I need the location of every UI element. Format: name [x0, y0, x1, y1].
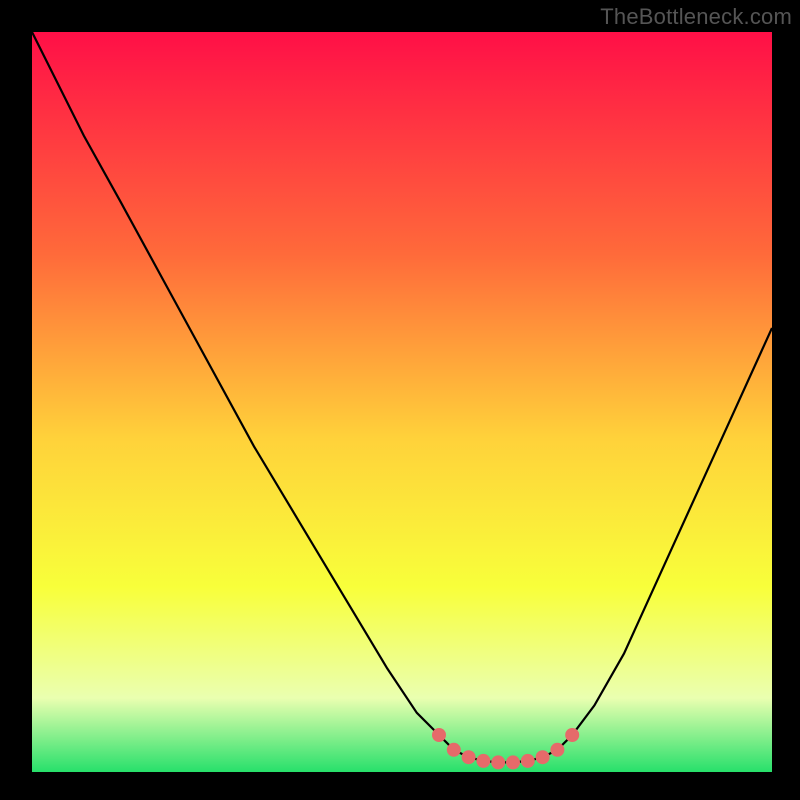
highlight-dot — [491, 755, 505, 769]
highlight-dot — [506, 755, 520, 769]
highlight-dot — [521, 754, 535, 768]
chart-container — [32, 32, 772, 772]
highlight-dot — [550, 743, 564, 757]
highlight-dot — [565, 728, 579, 742]
highlight-dot — [462, 750, 476, 764]
highlight-dot — [447, 743, 461, 757]
bottleneck-chart — [32, 32, 772, 772]
gradient-background — [32, 32, 772, 772]
highlight-dot — [476, 754, 490, 768]
highlight-dot — [536, 750, 550, 764]
highlight-dot — [432, 728, 446, 742]
watermark-text: TheBottleneck.com — [600, 4, 792, 30]
